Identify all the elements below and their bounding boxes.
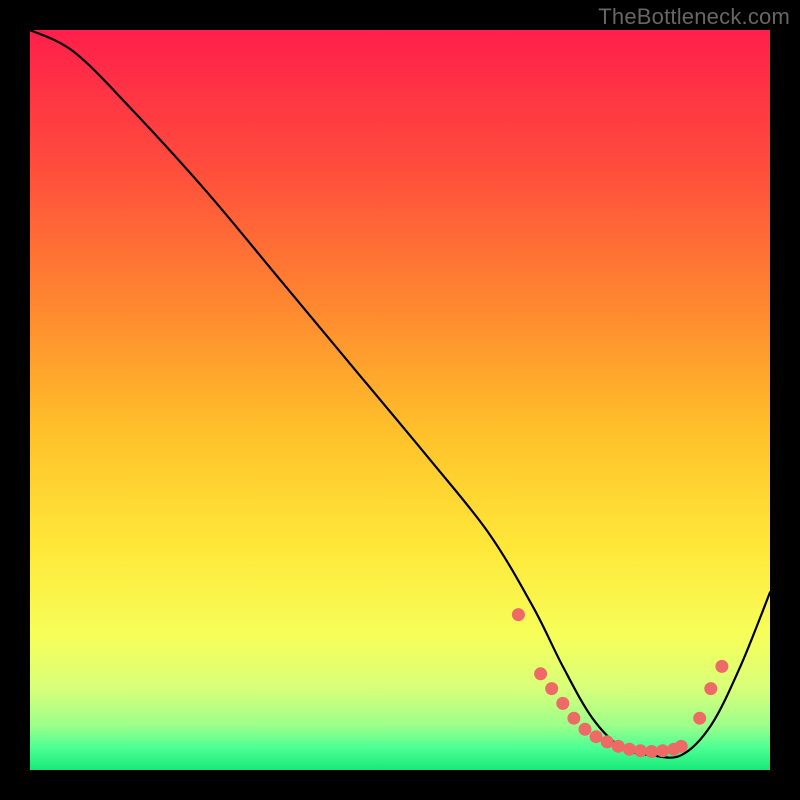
bottleneck-curve (30, 30, 770, 758)
highlight-dot (623, 743, 636, 756)
highlight-dot (534, 667, 547, 680)
highlight-dot (545, 682, 558, 695)
chart-svg (30, 30, 770, 770)
highlight-dot (612, 740, 625, 753)
highlight-dot (567, 712, 580, 725)
highlight-dot (556, 697, 569, 710)
highlight-dot (634, 744, 647, 757)
chart-stage: TheBottleneck.com (0, 0, 800, 800)
watermark-text: TheBottleneck.com (598, 4, 790, 30)
highlight-dot (512, 608, 525, 621)
highlight-dot (579, 723, 592, 736)
highlight-dot (645, 745, 658, 758)
highlight-dot (715, 660, 728, 673)
highlight-dot (601, 735, 614, 748)
highlight-dot (693, 712, 706, 725)
highlight-dot (675, 740, 688, 753)
highlight-dot (590, 730, 603, 743)
highlight-dot (656, 744, 669, 757)
highlight-dot (704, 682, 717, 695)
